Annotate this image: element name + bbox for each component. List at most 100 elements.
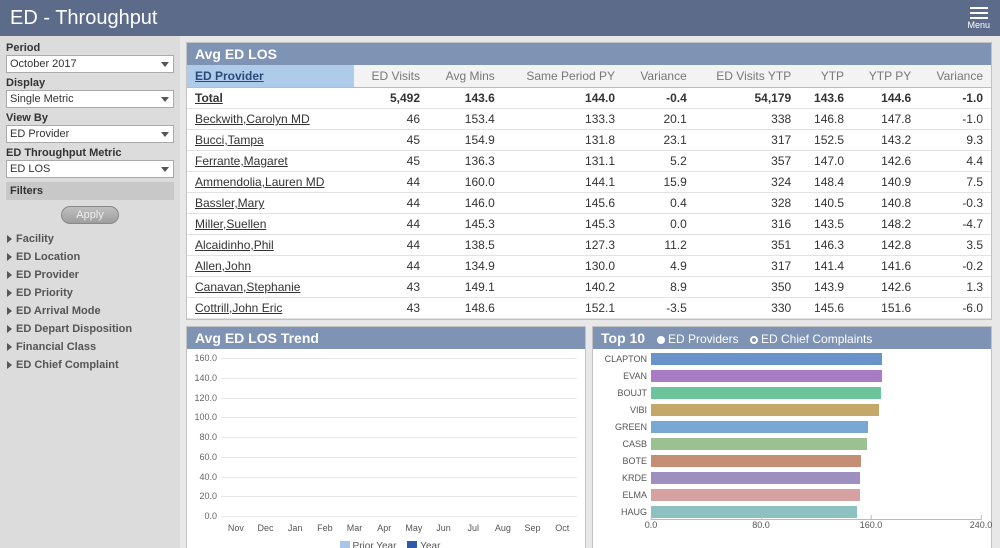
cell: 43 <box>354 277 428 298</box>
cell: 130.0 <box>503 256 623 277</box>
cell: 0.4 <box>623 193 695 214</box>
filter-item[interactable]: ED Arrival Mode <box>6 302 174 320</box>
cell: 8.9 <box>623 277 695 298</box>
filter-item[interactable]: ED Provider <box>6 266 174 284</box>
top10-bar <box>651 353 882 365</box>
param-label: ED Throughput Metric <box>6 147 174 159</box>
menu-label: Menu <box>967 20 990 30</box>
cell: 141.6 <box>852 256 919 277</box>
col-header: ED Visits YTP <box>695 65 799 88</box>
filter-item[interactable]: ED Priority <box>6 284 174 302</box>
top10-row: HAUG <box>651 506 981 518</box>
cell: 147.0 <box>799 151 852 172</box>
table-row: Beckwith,Carolyn MD46153.4133.320.133814… <box>187 109 991 130</box>
cell: 144.1 <box>503 172 623 193</box>
top10-bar <box>651 421 868 433</box>
cell: 140.9 <box>852 172 919 193</box>
param-select-1[interactable]: Single Metric <box>6 90 174 108</box>
cell: 145.6 <box>799 298 852 319</box>
provider-link[interactable]: Allen,John <box>187 256 354 277</box>
cell: -0.4 <box>623 88 695 109</box>
top10-bar <box>651 438 867 450</box>
provider-link[interactable]: Miller,Suellen <box>187 214 354 235</box>
cell: 5.2 <box>623 151 695 172</box>
cell: 149.1 <box>428 277 503 298</box>
table-row: Allen,John44134.9130.04.9317141.4141.6-0… <box>187 256 991 277</box>
cell: 147.8 <box>852 109 919 130</box>
cell: 54,179 <box>695 88 799 109</box>
cell: 152.5 <box>799 130 852 151</box>
cell: -0.3 <box>919 193 991 214</box>
cell: 44 <box>354 214 428 235</box>
cell: 45 <box>354 130 428 151</box>
cell: 328 <box>695 193 799 214</box>
cell: 20.1 <box>623 109 695 130</box>
cell: -0.2 <box>919 256 991 277</box>
table-row: Canavan,Stephanie43149.1140.28.9350143.9… <box>187 277 991 298</box>
provider-link[interactable]: Bucci,Tampa <box>187 130 354 151</box>
top10-bar <box>651 455 861 467</box>
table-row: Alcaidinho,Phil44138.5127.311.2351146.31… <box>187 235 991 256</box>
hamburger-icon <box>970 7 988 19</box>
cell: 350 <box>695 277 799 298</box>
cell: 127.3 <box>503 235 623 256</box>
cell: 4.9 <box>623 256 695 277</box>
radio-complaints-icon[interactable] <box>750 336 758 344</box>
apply-button[interactable]: Apply <box>61 206 119 224</box>
table-row: Ferrante,Magaret45136.3131.15.2357147.01… <box>187 151 991 172</box>
top10-title: Top 10 ED Providers ED Chief Complaints <box>593 327 991 349</box>
provider-link[interactable]: Alcaidinho,Phil <box>187 235 354 256</box>
provider-link[interactable]: Canavan,Stephanie <box>187 277 354 298</box>
radio-providers-icon[interactable] <box>657 336 665 344</box>
param-select-0[interactable]: October 2017 <box>6 55 174 73</box>
filter-item[interactable]: ED Location <box>6 248 174 266</box>
cell: 338 <box>695 109 799 130</box>
top10-row: BOTE <box>651 455 981 467</box>
top10-row: CASB <box>651 438 981 450</box>
cell: 15.9 <box>623 172 695 193</box>
top10-row: GREEN <box>651 421 981 433</box>
top10-row: BOUJT <box>651 387 981 399</box>
cell: 357 <box>695 151 799 172</box>
swatch-year <box>407 541 417 548</box>
cell: 316 <box>695 214 799 235</box>
cell: 44 <box>354 235 428 256</box>
filter-item[interactable]: ED Chief Complaint <box>6 356 174 374</box>
cell: 330 <box>695 298 799 319</box>
cell: 46 <box>354 109 428 130</box>
provider-link[interactable]: Bassler,Mary <box>187 193 354 214</box>
cell: 44 <box>354 172 428 193</box>
col-header: ED Visits <box>354 65 428 88</box>
cell: 143.2 <box>852 130 919 151</box>
cell: 43 <box>354 298 428 319</box>
param-select-2[interactable]: ED Provider <box>6 125 174 143</box>
top10-row: VIBI <box>651 404 981 416</box>
cell: 143.5 <box>799 214 852 235</box>
param-select-3[interactable]: ED LOS <box>6 160 174 178</box>
top10-row: CLAPTON <box>651 353 981 365</box>
provider-link[interactable]: Cottrill,John Eric <box>187 298 354 319</box>
provider-link[interactable]: Ferrante,Magaret <box>187 151 354 172</box>
cell: 148.2 <box>852 214 919 235</box>
filter-item[interactable]: Financial Class <box>6 338 174 356</box>
col-header: YTP <box>799 65 852 88</box>
filter-item[interactable]: Facility <box>6 230 174 248</box>
cell: -1.0 <box>919 88 991 109</box>
data-table: ED ProviderED VisitsAvg MinsSame Period … <box>187 65 991 319</box>
cell: 11.2 <box>623 235 695 256</box>
filter-item[interactable]: ED Depart Disposition <box>6 320 174 338</box>
top10-bar <box>651 370 882 382</box>
tab-complaints[interactable]: ED Chief Complaints <box>761 332 872 346</box>
tab-providers[interactable]: ED Providers <box>668 332 739 346</box>
provider-link[interactable]: Ammendolia,Lauren MD <box>187 172 354 193</box>
cell: 1.3 <box>919 277 991 298</box>
cell: 153.4 <box>428 109 503 130</box>
provider-link[interactable]: Beckwith,Carolyn MD <box>187 109 354 130</box>
cell: 146.3 <box>799 235 852 256</box>
cell: 9.3 <box>919 130 991 151</box>
cell: 140.2 <box>503 277 623 298</box>
cell: 143.6 <box>428 88 503 109</box>
menu-button[interactable]: Menu <box>967 7 990 30</box>
col-header[interactable]: ED Provider <box>187 65 354 88</box>
cell: 140.5 <box>799 193 852 214</box>
